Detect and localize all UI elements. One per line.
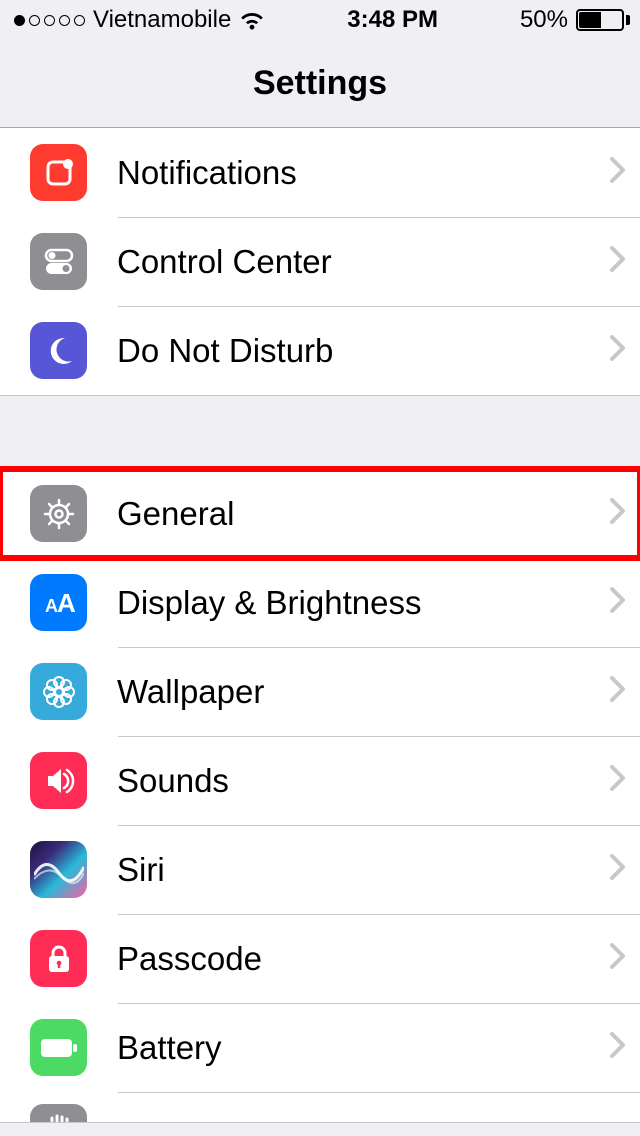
settings-row-do-not-disturb[interactable]: Do Not Disturb — [0, 306, 640, 395]
row-label: Passcode — [117, 940, 610, 978]
notifications-icon — [30, 144, 87, 201]
settings-row-control-center[interactable]: Control Center — [0, 217, 640, 306]
gear-icon — [30, 485, 87, 542]
flower-icon — [30, 663, 87, 720]
settings-row-battery[interactable]: Battery — [0, 1003, 640, 1092]
battery-full-icon — [30, 1019, 87, 1076]
settings-row-privacy[interactable] — [0, 1092, 640, 1122]
status-bar: Vietnamobile 3:48 PM 50% — [0, 0, 640, 40]
speaker-icon — [30, 752, 87, 809]
chevron-right-icon — [610, 157, 626, 188]
nav-bar: Settings — [0, 40, 640, 128]
chevron-right-icon — [610, 943, 626, 974]
row-label: Display & Brightness — [117, 584, 610, 622]
chevron-right-icon — [610, 498, 626, 529]
row-label: Sounds — [117, 762, 610, 800]
settings-row-passcode[interactable]: Passcode — [0, 914, 640, 1003]
status-right: 50% — [520, 6, 630, 34]
battery-percent-label: 50% — [520, 6, 568, 34]
chevron-right-icon — [610, 246, 626, 277]
settings-row-notifications[interactable]: Notifications — [0, 128, 640, 217]
settings-row-siri[interactable]: Siri — [0, 825, 640, 914]
settings-row-general[interactable]: General — [0, 469, 640, 558]
signal-strength-icon — [14, 15, 85, 26]
hand-icon — [30, 1104, 87, 1122]
wifi-icon — [239, 10, 265, 30]
siri-icon — [30, 841, 87, 898]
settings-row-sounds[interactable]: Sounds — [0, 736, 640, 825]
moon-icon — [30, 322, 87, 379]
chevron-right-icon — [610, 335, 626, 366]
status-left: Vietnamobile — [14, 6, 265, 34]
page-title: Settings — [253, 64, 387, 103]
control-center-icon — [30, 233, 87, 290]
row-label: Do Not Disturb — [117, 332, 610, 370]
settings-row-wallpaper[interactable]: Wallpaper — [0, 647, 640, 736]
lock-icon — [30, 930, 87, 987]
svg-text:A: A — [57, 588, 76, 618]
chevron-right-icon — [610, 676, 626, 707]
text-size-icon: AA — [30, 574, 87, 631]
row-label: Battery — [117, 1029, 610, 1067]
battery-icon — [576, 9, 630, 31]
settings-row-display-brightness[interactable]: AA Display & Brightness — [0, 558, 640, 647]
carrier-label: Vietnamobile — [93, 6, 231, 34]
row-label: Notifications — [117, 154, 610, 192]
row-label: Wallpaper — [117, 673, 610, 711]
chevron-right-icon — [610, 1032, 626, 1063]
settings-group-2: General AA Display & Brightness Wallpape… — [0, 468, 640, 1123]
row-label: Siri — [117, 851, 610, 889]
chevron-right-icon — [610, 587, 626, 618]
chevron-right-icon — [610, 765, 626, 796]
row-label: General — [117, 495, 610, 533]
settings-group-1: Notifications Control Center Do Not Dist… — [0, 128, 640, 396]
chevron-right-icon — [610, 854, 626, 885]
row-label: Control Center — [117, 243, 610, 281]
clock-label: 3:48 PM — [347, 6, 438, 34]
